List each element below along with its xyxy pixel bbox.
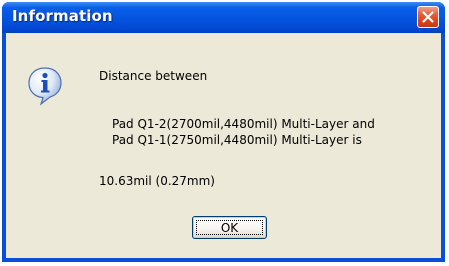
dialog-title: Information (12, 7, 113, 25)
message-line-1: Distance between (99, 69, 208, 83)
info-icon (28, 67, 62, 106)
message-line-2: Pad Q1-2(2700mil,4480mil) Multi-Layer an… (112, 117, 375, 131)
title-bar[interactable]: Information (2, 2, 445, 33)
information-dialog: Information Distance between Pad Q1-2(27… (2, 2, 445, 262)
close-icon (422, 11, 434, 23)
message-line-3: Pad Q1-1(2750mil,4480mil) Multi-Layer is (112, 133, 362, 147)
dialog-body: Distance between Pad Q1-2(2700mil,4480mi… (6, 33, 441, 258)
close-button[interactable] (417, 6, 439, 28)
ok-button-label: OK (220, 221, 239, 235)
distance-result: 10.63mil (0.27mm) (99, 174, 215, 188)
ok-button[interactable]: OK (192, 216, 267, 239)
